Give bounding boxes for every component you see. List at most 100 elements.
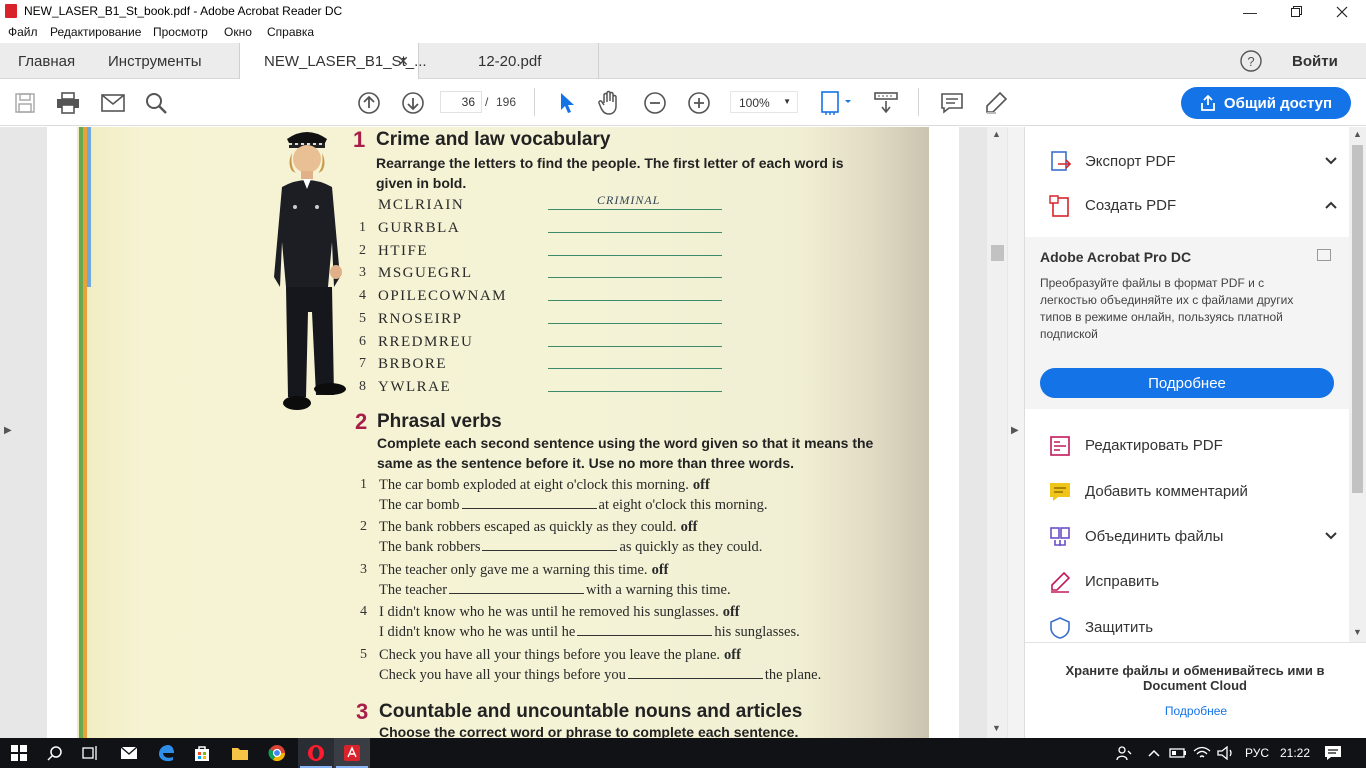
tab-document-active[interactable]: NEW_LASER_B1_St_... ✕ (239, 43, 427, 80)
vocab-item-number: 5 (359, 310, 366, 326)
print-icon[interactable] (55, 90, 81, 116)
combine-files-item[interactable]: Объединить файлы (1025, 517, 1351, 557)
learn-more-button[interactable]: Подробнее (1040, 368, 1334, 398)
hand-tool-icon[interactable] (597, 90, 623, 116)
tab-home[interactable]: Главная (18, 43, 75, 79)
people-icon[interactable] (1114, 743, 1134, 763)
export-pdf-item[interactable]: Экспорт PDF (1025, 142, 1351, 182)
exercise-sentence: The car bomb exploded at eight o'clock t… (379, 477, 710, 494)
document-scrollbar[interactable]: ▲ ▼ (987, 127, 1007, 738)
select-cursor-icon[interactable] (554, 90, 580, 116)
scrollbar-thumb[interactable] (991, 245, 1004, 261)
tab-close-icon[interactable]: ✕ (397, 53, 409, 70)
tools-pane-scrollbar[interactable]: ▲ ▼ (1349, 127, 1366, 642)
page-fit-icon[interactable] (818, 90, 854, 116)
menu-window[interactable]: Окно (224, 25, 252, 39)
clock[interactable]: 21:22 (1280, 746, 1310, 760)
highlight-pen-icon[interactable] (983, 90, 1009, 116)
store-icon[interactable] (192, 743, 212, 763)
task-view-icon[interactable] (80, 743, 100, 763)
scroll-down-icon[interactable]: ▼ (1353, 627, 1362, 637)
answer-line (548, 209, 722, 210)
chrome-icon[interactable] (267, 743, 287, 763)
fill-sign-label: Исправить (1085, 573, 1160, 590)
create-pdf-item[interactable]: Создать PDF (1025, 186, 1351, 226)
sentence-text: The bank robbers escaped as quickly as t… (379, 519, 677, 536)
gap-sentence-start: The teacher (379, 581, 448, 598)
battery-icon[interactable] (1168, 743, 1188, 763)
scroll-up-icon[interactable]: ▲ (1353, 129, 1362, 139)
answer-gap (482, 540, 618, 552)
vocab-word-example: MCLRIAIN (378, 197, 465, 213)
save-icon[interactable] (12, 90, 38, 116)
restore-icon[interactable] (1273, 0, 1319, 23)
vocab-item-number: 3 (359, 265, 366, 281)
collapse-pane-icon[interactable]: ▶ (1011, 425, 1019, 436)
search-icon[interactable] (45, 743, 65, 763)
window-title: NEW_LASER_B1_St_book.pdf - Adobe Acrobat… (24, 4, 343, 18)
email-icon[interactable] (100, 90, 126, 116)
edit-pdf-item[interactable]: Редактировать PDF (1025, 426, 1351, 466)
fill-sign-item[interactable]: Исправить (1025, 562, 1351, 602)
document-viewport[interactable]: ▶ 1 Crime and law vocabulary Rearrange t… (0, 127, 1008, 738)
vocab-answer-example: CRIMINAL (597, 193, 661, 207)
chevron-up-icon (1325, 198, 1337, 212)
volume-icon[interactable] (1216, 743, 1236, 763)
sentence-text: The teacher only gave me a warning this … (379, 561, 648, 578)
cloud-promo: Храните файлы и обменивайтесь ими в Docu… (1025, 642, 1366, 738)
sentence-text: I didn't know who he was until he remove… (379, 604, 719, 621)
zoom-out-icon[interactable] (642, 90, 668, 116)
zoom-in-icon[interactable] (686, 90, 712, 116)
exercise-sentence: The teacher only gave me a warning this … (379, 562, 668, 579)
minimize-icon[interactable]: — (1227, 0, 1273, 23)
edge-browser-icon[interactable] (156, 743, 176, 763)
menu-view[interactable]: Просмотр (153, 25, 208, 39)
close-icon[interactable] (1319, 0, 1365, 23)
section-3-instructions: Choose the correct word or phrase to com… (379, 724, 799, 738)
input-language[interactable]: РУС (1245, 746, 1269, 760)
chevron-up-icon[interactable] (1144, 743, 1164, 763)
tab-document-2[interactable]: 12-20.pdf (419, 43, 599, 79)
scroll-up-icon[interactable]: ▲ (992, 129, 1001, 139)
zoom-select[interactable]: 100% ▼ (730, 91, 798, 113)
page-number-input[interactable]: 36 (440, 91, 482, 113)
previous-page-icon[interactable] (356, 90, 382, 116)
key-word: off (680, 519, 698, 536)
comment-icon[interactable] (939, 90, 965, 116)
vocab-word: RREDMREU (378, 333, 474, 350)
section-2-title: Phrasal verbs (377, 411, 502, 432)
notifications-icon[interactable] (1323, 743, 1343, 763)
file-explorer-icon[interactable] (230, 743, 250, 763)
vocab-item-number: 8 (359, 378, 366, 394)
left-pane-toggle-icon[interactable]: ▶ (4, 425, 12, 436)
menu-help[interactable]: Справка (267, 25, 314, 39)
next-page-icon[interactable] (400, 90, 426, 116)
menu-edit[interactable]: Редактирование (50, 25, 141, 39)
add-comment-label: Добавить комментарий (1085, 483, 1248, 500)
book-page-image: 1 Crime and law vocabulary Rearrange the… (77, 127, 929, 738)
share-button[interactable]: Общий доступ (1181, 87, 1351, 119)
answer-line (548, 368, 722, 370)
acrobat-taskbar-item[interactable] (334, 738, 370, 768)
mail-app-icon[interactable] (119, 743, 139, 763)
help-icon[interactable]: ? (1240, 43, 1262, 79)
menu-file[interactable]: Файл (8, 25, 38, 39)
scrollbar-thumb[interactable] (1352, 145, 1363, 493)
gap-sentence-end: as quickly as they could. (619, 539, 763, 556)
create-pdf-icon (1049, 195, 1069, 217)
gap-sentence-start: Check you have all your things before yo… (379, 666, 626, 683)
pane-divider: ▶ (1008, 127, 1024, 738)
sign-in-button[interactable]: Войти (1292, 43, 1338, 79)
copy-icon[interactable] (1317, 249, 1331, 261)
cloud-learn-more-link[interactable]: Подробнее (1025, 704, 1366, 718)
wifi-icon[interactable] (1192, 743, 1212, 763)
scroll-mode-icon[interactable] (873, 90, 899, 116)
export-pdf-icon (1051, 151, 1071, 171)
tab-tools[interactable]: Инструменты (108, 43, 202, 79)
add-comment-item[interactable]: Добавить комментарий (1025, 472, 1351, 512)
opera-taskbar-item[interactable] (298, 738, 334, 768)
windows-start-icon[interactable] (9, 743, 29, 763)
search-icon[interactable] (143, 90, 169, 116)
title-bar: NEW_LASER_B1_St_book.pdf - Adobe Acrobat… (0, 0, 1366, 23)
scroll-down-icon[interactable]: ▼ (992, 723, 1001, 733)
